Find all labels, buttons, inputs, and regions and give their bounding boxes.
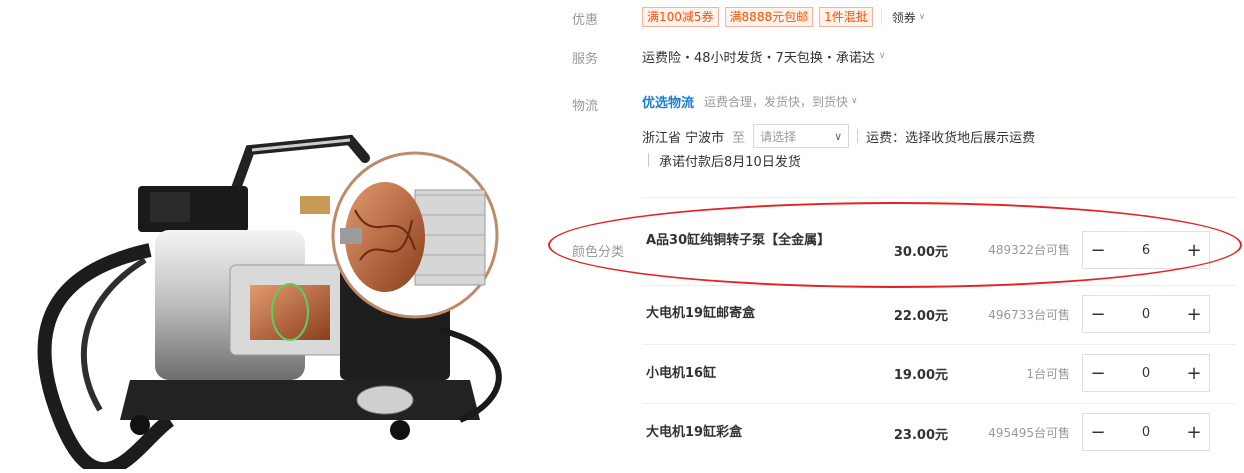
decrement-button[interactable]: − [1083,363,1113,384]
get-coupon-button[interactable]: 领券 ∨ [892,9,926,26]
service-label: 服务 [572,52,599,67]
decrement-button[interactable]: − [1083,422,1113,443]
divider [648,153,649,167]
sku-price: 30.00元 [893,245,948,260]
increment-button[interactable]: + [1179,240,1209,261]
destination-placeholder: 请选择 [760,129,797,144]
chevron-down-icon: ∨ [878,51,886,61]
sku-stock: 496733台可售 [988,308,1070,322]
coupon-row: 满100减5券 满8888元包邮 1件混批 领券 ∨ [642,7,925,27]
quantity-stepper: − 6 + [1082,231,1210,269]
increment-button[interactable]: + [1179,363,1209,384]
sku-row: 大电机19缸彩盒 23.00元 495495台可售 − 0 + [642,406,1236,456]
product-options-panel: 优惠 满100减5券 满8888元包邮 1件混批 领券 ∨ 服务 运费险・48小… [556,0,1236,469]
quantity-input[interactable]: 6 [1113,243,1179,258]
sku-price: 23.00元 [893,428,948,443]
logistics-row: 优选物流 运费合理，发货快，到货快 ∨ [642,91,858,111]
quantity-stepper: − 0 + [1082,354,1210,392]
to-label: 至 [732,130,746,146]
sku-price: 19.00元 [893,368,948,383]
sku-label: 颜色分类 [572,245,625,260]
row-divider [642,285,1236,286]
divider [857,129,859,143]
sku-stock: 489322台可售 [988,243,1070,257]
chevron-down-icon: ∨ [851,96,858,106]
increment-button[interactable]: + [1179,422,1209,443]
get-coupon-label: 领券 [891,10,916,25]
service-text: 运费险・48小时发货・7天包换・承诺达 [642,50,875,66]
sku-name: 小电机16缸 [646,366,717,381]
sku-price: 22.00元 [893,309,948,324]
sku-name: A品30缸纯铜转子泵【全金属】 [646,233,831,248]
sku-stock: 495495台可售 [988,426,1070,440]
row-divider [642,403,1236,404]
sku-row: 大电机19缸邮寄盒 22.00元 496733台可售 − 0 + [642,288,1236,338]
chevron-down-icon: ∨ [834,129,843,143]
product-image [0,0,545,473]
logistics-brand: 优选物流 [642,95,695,111]
chevron-down-icon: ∨ [918,12,926,22]
decrement-button[interactable]: − [1083,240,1113,261]
shipping-fee-text: 运费：选择收货地后展示运费 [866,130,1036,146]
logistics-label: 物流 [572,99,599,114]
quantity-input[interactable]: 0 [1113,425,1179,440]
section-divider [642,197,1236,198]
destination-select[interactable]: 请选择 ∨ [753,124,850,148]
sku-row: A品30缸纯铜转子泵【全金属】 30.00元 489322台可售 − 6 + [642,223,1236,273]
sku-name: 大电机19缸邮寄盒 [646,306,756,321]
increment-button[interactable]: + [1179,304,1209,325]
address-row: 浙江省 宁波市 至 请选择 ∨ 运费：选择收货地后展示运费 [642,123,1035,149]
promise-row: 承诺付款后8月10日发货 [642,150,801,170]
quantity-input[interactable]: 0 [1113,307,1179,322]
quantity-stepper: − 0 + [1082,413,1210,451]
quantity-input[interactable]: 0 [1113,366,1179,381]
service-row[interactable]: 运费险・48小时发货・7天包换・承诺达 ∨ [642,46,885,66]
quantity-stepper: − 0 + [1082,295,1210,333]
decrement-button[interactable]: − [1083,304,1113,325]
promo-label: 优惠 [572,13,599,28]
coupon-tag[interactable]: 满100减5券 [642,7,719,27]
logistics-desc: 运费合理，发货快，到货快 [704,94,849,109]
sku-name: 大电机19缸彩盒 [646,425,743,440]
sku-row: 小电机16缸 19.00元 1台可售 − 0 + [642,347,1236,397]
origin-address: 浙江省 宁波市 [642,130,725,146]
sku-stock: 1台可售 [1026,367,1070,381]
coupon-tag[interactable]: 满8888元包邮 [724,7,814,27]
air-compressor-illustration [37,134,502,473]
row-divider [642,344,1236,345]
divider [880,9,882,25]
coupon-tag[interactable]: 1件混批 [819,7,873,27]
ship-promise: 承诺付款后8月10日发货 [659,154,801,170]
logistics-desc-toggle[interactable]: 运费合理，发货快，到货快 ∨ [704,93,858,110]
